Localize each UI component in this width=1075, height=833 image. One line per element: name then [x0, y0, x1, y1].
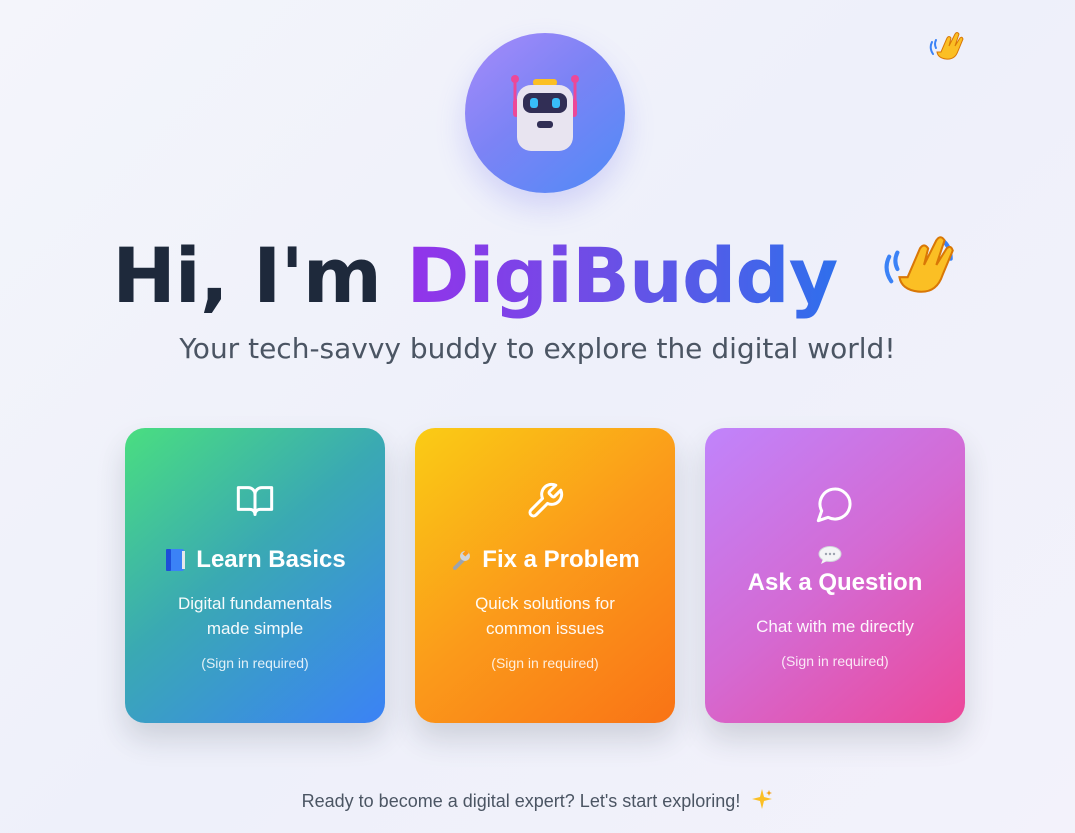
card-title: Learn Basics [164, 542, 346, 577]
learn-basics-card[interactable]: Learn Basics Digital fundamentals made s… [125, 428, 385, 723]
wrench-emoji-icon [450, 549, 472, 571]
card-title: Fix a Problem [450, 542, 640, 577]
robot-avatar [465, 33, 625, 193]
card-title-text: Ask a Question [747, 568, 923, 596]
book-open-icon [234, 480, 276, 522]
card-description: Chat with me directly [756, 616, 914, 636]
fix-problem-card[interactable]: Fix a Problem Quick solutions for common… [415, 428, 675, 723]
speech-balloon-icon [818, 545, 842, 565]
robot-icon [511, 75, 579, 151]
card-title: Ask a Question [735, 545, 935, 600]
card-note: (Sign in required) [491, 655, 599, 671]
card-description: Quick solutions for common issues [475, 594, 615, 638]
card-title-text: Learn Basics [196, 546, 346, 573]
waving-hand-icon [881, 228, 963, 328]
footer-message: Ready to become a digital expert? Let's … [0, 788, 1075, 815]
card-note: (Sign in required) [781, 652, 889, 669]
waving-hand-icon [926, 26, 970, 70]
footer-text: Ready to become a digital expert? Let's … [301, 791, 741, 811]
card-title-text: Fix a Problem [482, 546, 640, 573]
brand-name: DigiBuddy [406, 231, 838, 320]
greeting-text: Hi, I'm [112, 231, 407, 320]
subtitle: Your tech-savvy buddy to explore the dig… [179, 332, 896, 365]
blue-book-icon [164, 548, 186, 572]
sparkles-icon [751, 788, 773, 815]
page-title: Hi, I'm DigiBuddy [0, 228, 1075, 328]
card-note: (Sign in required) [201, 655, 309, 671]
wrench-icon [524, 480, 566, 522]
ask-question-card[interactable]: Ask a Question Chat with me directly (Si… [705, 428, 965, 723]
card-description: Digital fundamentals made simple [177, 594, 333, 638]
message-circle-icon [814, 483, 856, 525]
